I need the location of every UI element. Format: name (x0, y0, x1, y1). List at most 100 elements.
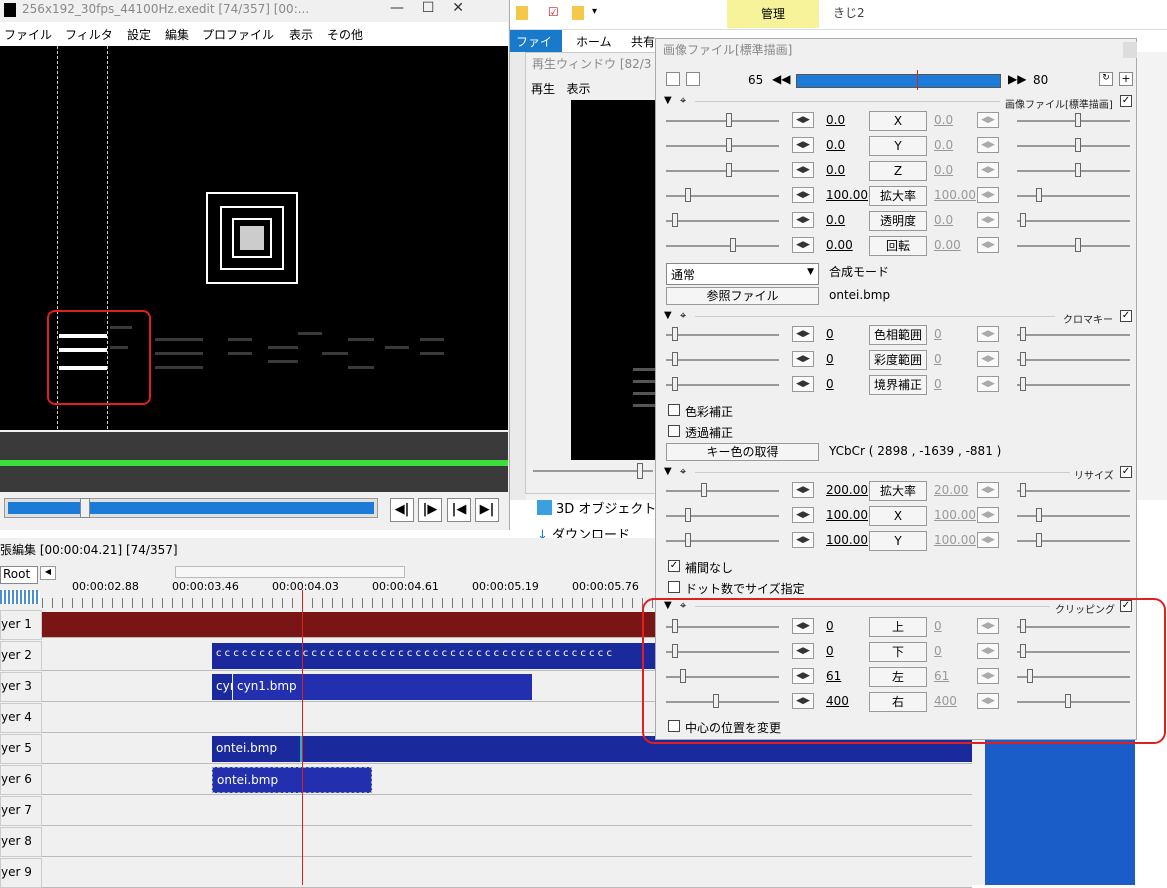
param-spinner-end[interactable]: ◀▶ (977, 187, 999, 203)
layer-row-9[interactable] (42, 858, 972, 888)
reset-icon[interactable]: ↻ (1099, 72, 1113, 86)
param-button[interactable]: Z (869, 161, 927, 181)
section-std-enable[interactable]: ✓ (1120, 95, 1132, 107)
layer-header-6[interactable]: yer 6 (0, 765, 42, 795)
new-folder-icon[interactable] (572, 6, 584, 20)
param-spinner-end[interactable]: ◀▶ (977, 507, 999, 523)
no-interp-checkbox[interactable]: ✓ (668, 560, 680, 572)
param-button[interactable]: 透明度 (869, 211, 927, 231)
param-slider-end-thumb[interactable] (1020, 483, 1026, 497)
layer-header-9[interactable]: yer 9 (0, 858, 42, 888)
timeline-object-cyn[interactable]: cyı (212, 674, 232, 700)
ref-file-button[interactable]: 参照ファイル (666, 287, 819, 305)
menu-profile[interactable]: プロファイル (202, 26, 274, 43)
timeline-hscroll[interactable] (175, 566, 405, 578)
prev-frame-button[interactable]: ◀| (390, 498, 414, 522)
param-spinner[interactable]: ◀▶ (792, 137, 814, 153)
mouse-icon[interactable]: ⌖ (680, 465, 686, 479)
param-slider[interactable] (666, 220, 779, 222)
param-slider-end[interactable] (1017, 195, 1130, 197)
param-spinner-end[interactable]: ◀▶ (977, 212, 999, 228)
param-spinner-end[interactable]: ◀▶ (977, 326, 999, 342)
mouse-icon[interactable]: ⌖ (680, 94, 686, 108)
timeline-object-text[interactable]: c c c c c c c c c c c c c c c c c c c c … (212, 643, 657, 669)
param-slider-thumb[interactable] (726, 163, 732, 177)
param-slider-end-thumb[interactable] (1075, 163, 1081, 177)
frame-range-bar[interactable] (796, 74, 1001, 88)
param-start-value[interactable]: 0.0 (826, 138, 845, 152)
param-spinner-end[interactable]: ◀▶ (977, 351, 999, 367)
param-slider-thumb[interactable] (726, 138, 732, 152)
param-spinner[interactable]: ◀▶ (792, 482, 814, 498)
dot-size-checkbox[interactable] (668, 581, 680, 593)
menu-file[interactable]: ファイル (4, 26, 52, 43)
dialog-close[interactable] (1123, 42, 1137, 58)
param-slider-end-thumb[interactable] (1075, 138, 1081, 152)
param-end-value[interactable]: 0.0 (934, 163, 953, 177)
menu-edit[interactable]: 編集 (165, 26, 189, 43)
param-button[interactable]: 色相範囲 (869, 325, 927, 345)
param-slider-end[interactable] (1017, 145, 1130, 147)
param-slider-end[interactable] (1017, 384, 1130, 386)
param-start-value[interactable]: 0 (826, 327, 834, 341)
close-icon[interactable]: ✕ (452, 0, 464, 16)
param-slider-end-thumb[interactable] (1020, 377, 1026, 391)
param-slider-end-thumb[interactable] (1020, 327, 1026, 341)
maximize-icon[interactable]: ☐ (422, 0, 435, 16)
param-button[interactable]: 拡大率 (869, 186, 927, 206)
param-button[interactable]: X (869, 111, 927, 131)
param-slider-end[interactable] (1017, 540, 1130, 542)
param-button[interactable]: 回転 (869, 236, 927, 256)
minimize-icon[interactable]: — (390, 0, 404, 16)
param-slider-end-thumb[interactable] (1075, 113, 1081, 127)
param-button[interactable]: 拡大率 (869, 481, 927, 501)
add-filter-icon[interactable]: + (1119, 72, 1133, 86)
param-start-value[interactable]: 100.00 (826, 533, 868, 547)
section-collapse-icon[interactable]: ▼ (664, 95, 672, 106)
key-color-button[interactable]: キー色の取得 (666, 443, 819, 461)
param-slider-end-thumb[interactable] (1036, 508, 1042, 522)
param-start-value[interactable]: 200.00 (826, 483, 868, 497)
param-spinner[interactable]: ◀▶ (792, 507, 814, 523)
param-start-value[interactable]: 0 (826, 377, 834, 391)
param-spinner[interactable]: ◀▶ (792, 376, 814, 392)
frame-next-icon[interactable]: ▶▶ (1008, 72, 1026, 86)
param-end-value[interactable]: 0.0 (934, 138, 953, 152)
check-icon[interactable]: ☑ (548, 5, 559, 19)
param-end-value[interactable]: 20.00 (934, 483, 968, 497)
param-end-value[interactable]: 0 (934, 377, 942, 391)
param-end-value[interactable]: 0.0 (934, 213, 953, 227)
menu-other[interactable]: その他 (327, 26, 363, 43)
param-spinner[interactable]: ◀▶ (792, 237, 814, 253)
param-slider[interactable] (666, 170, 779, 172)
layer-header-2[interactable]: yer 2 (0, 641, 42, 671)
param-spinner[interactable]: ◀▶ (792, 187, 814, 203)
param-slider-thumb[interactable] (726, 113, 732, 127)
param-button[interactable]: 彩度範囲 (869, 350, 927, 370)
param-slider-end[interactable] (1017, 334, 1130, 336)
section-chroma-enable[interactable]: ✓ (1120, 310, 1132, 322)
param-spinner-end[interactable]: ◀▶ (977, 112, 999, 128)
param-spinner-end[interactable]: ◀▶ (977, 376, 999, 392)
menu-filter[interactable]: フィルタ (65, 26, 113, 43)
menu-view[interactable]: 表示 (289, 26, 313, 43)
param-start-value[interactable]: 100.00 (826, 188, 868, 202)
param-spinner[interactable]: ◀▶ (792, 351, 814, 367)
seek-bar-thumb[interactable] (80, 498, 90, 518)
camera-icon[interactable] (666, 72, 680, 86)
param-slider-thumb[interactable] (685, 508, 691, 522)
param-slider-end[interactable] (1017, 220, 1130, 222)
param-slider-end-thumb[interactable] (1075, 238, 1081, 252)
param-start-value[interactable]: 0 (826, 352, 834, 366)
param-slider[interactable] (666, 384, 779, 386)
folder-icon[interactable] (516, 6, 528, 20)
param-slider-thumb[interactable] (672, 213, 678, 227)
param-slider-thumb[interactable] (672, 377, 678, 391)
param-start-value[interactable]: 100.00 (826, 508, 868, 522)
param-start-value[interactable]: 0.0 (826, 213, 845, 227)
param-end-value[interactable]: 100.00 (934, 508, 976, 522)
param-slider-thumb[interactable] (701, 483, 707, 497)
param-slider-end[interactable] (1017, 490, 1130, 492)
menu-settings[interactable]: 設定 (127, 26, 151, 43)
param-slider[interactable] (666, 120, 779, 122)
